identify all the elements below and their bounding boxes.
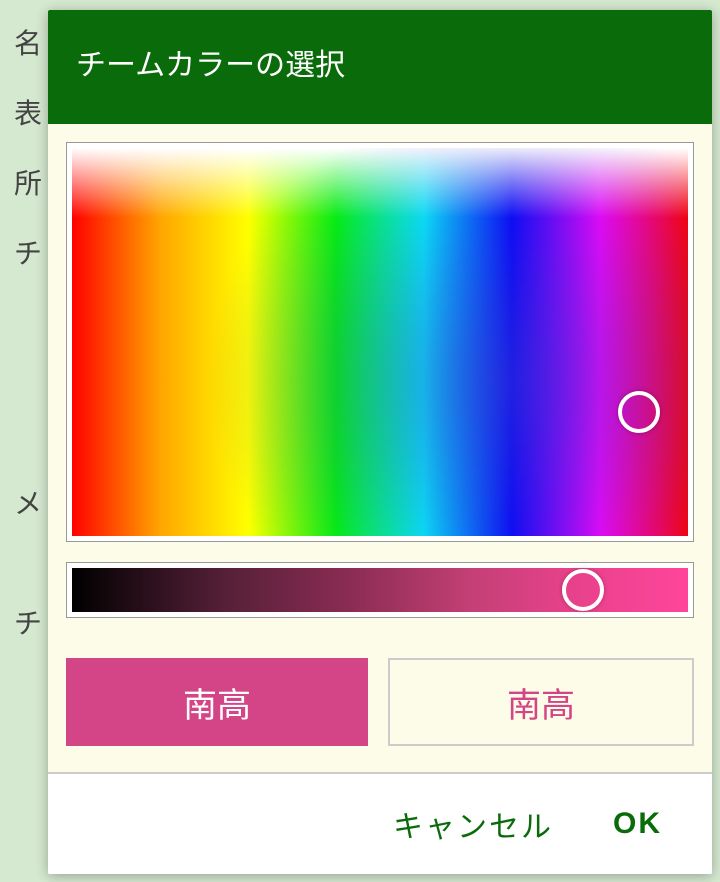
- preview-row: 南高 南高: [66, 658, 694, 746]
- preview-swatch-filled[interactable]: 南高: [66, 658, 368, 746]
- color-picker-dialog: チームカラーの選択 南高 南高 キャンセル OK: [48, 10, 712, 874]
- lightness-cursor[interactable]: [562, 569, 604, 611]
- ok-button[interactable]: OK: [613, 807, 662, 841]
- swatch-label: 南高: [183, 678, 251, 727]
- swatch-label: 南高: [507, 678, 575, 727]
- cancel-button[interactable]: キャンセル: [393, 802, 553, 846]
- lightness-slider-frame: [66, 562, 694, 618]
- color-cursor[interactable]: [618, 391, 660, 433]
- lightness-slider[interactable]: [72, 568, 688, 612]
- hue-saturation-picker[interactable]: [72, 148, 688, 536]
- dialog-footer: キャンセル OK: [48, 772, 712, 874]
- dialog-title: チームカラーの選択: [76, 49, 345, 82]
- dialog-body: 南高 南高: [48, 124, 712, 772]
- hue-saturation-picker-frame: [66, 142, 694, 542]
- dialog-header: チームカラーの選択: [48, 10, 712, 124]
- preview-swatch-outlined[interactable]: 南高: [388, 658, 694, 746]
